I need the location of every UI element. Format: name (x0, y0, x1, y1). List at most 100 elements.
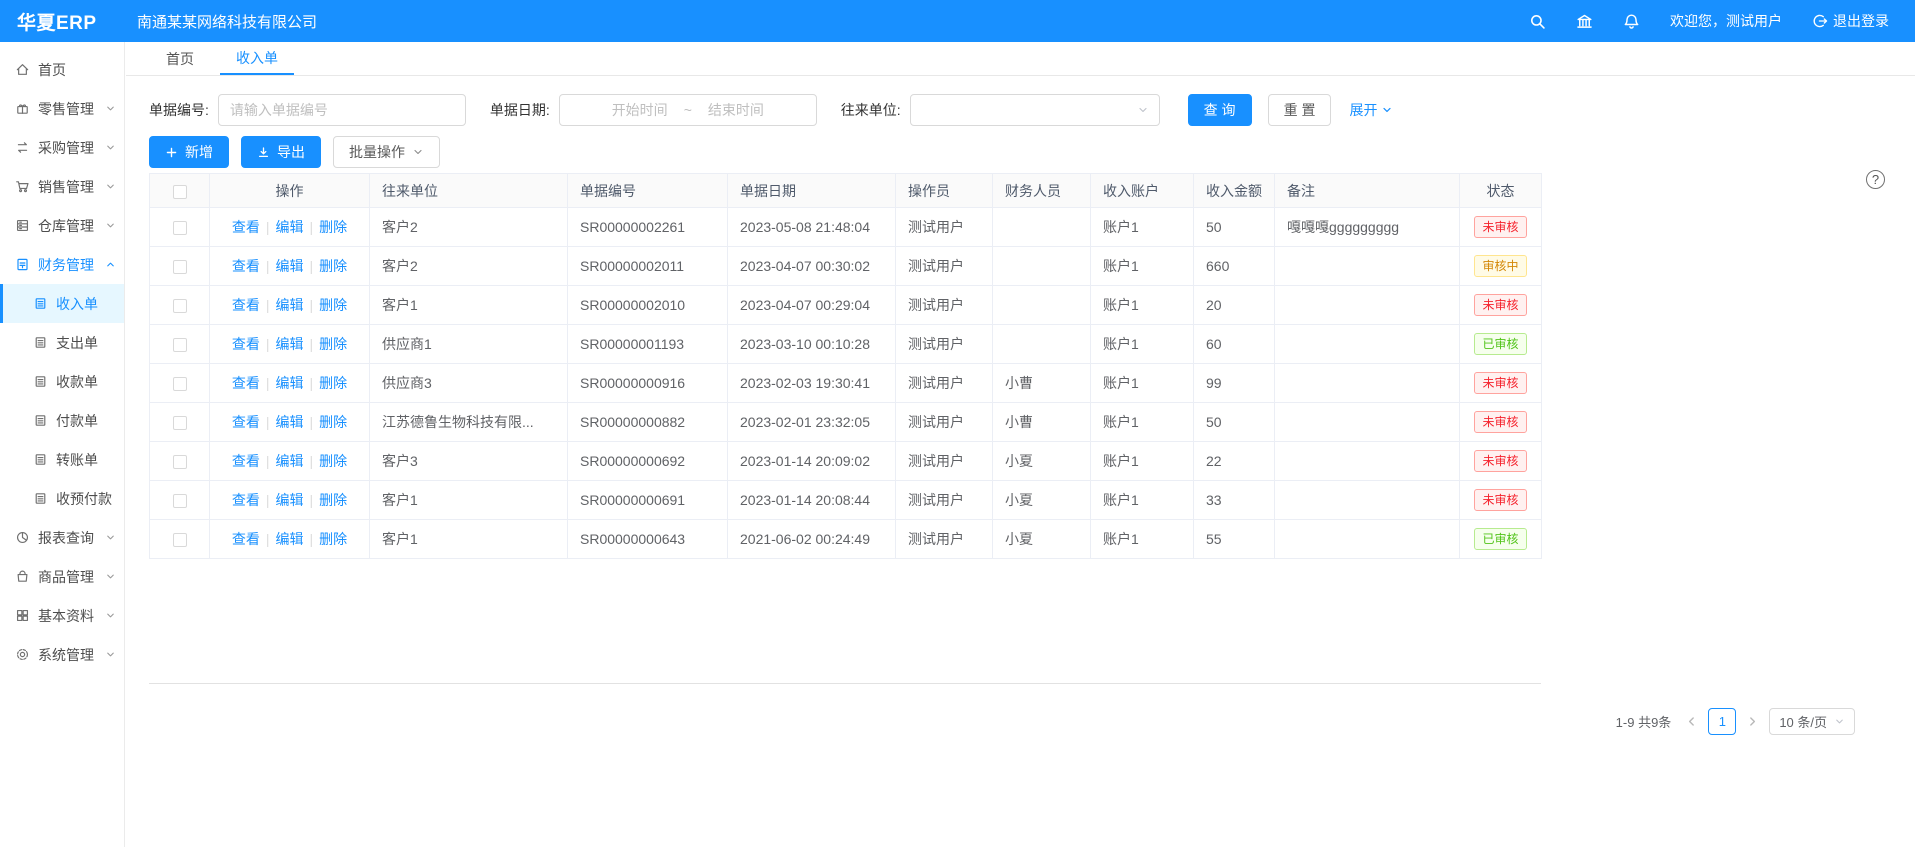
sidebar-item-sales[interactable]: 销售管理 (0, 167, 124, 206)
operator-cell: 测试用户 (896, 208, 993, 247)
bill-no-input[interactable] (218, 94, 466, 126)
page-number-button[interactable]: 1 (1708, 708, 1736, 735)
table-row: 查看|编辑|删除客户1SR000000006432021-06-02 00:24… (150, 520, 1542, 559)
search-icon[interactable] (1529, 13, 1546, 30)
edit-link[interactable]: 编辑 (276, 297, 304, 313)
partner-cell: 供应商3 (370, 364, 568, 403)
query-button[interactable]: 查 询 (1188, 94, 1252, 126)
finance-staff-cell (993, 247, 1091, 286)
sidebar-item-goods[interactable]: 商品管理 (0, 557, 124, 596)
delete-link[interactable]: 删除 (319, 258, 347, 274)
platform-bank-icon[interactable] (1576, 13, 1593, 30)
sidebar-item-system[interactable]: 系统管理 (0, 635, 124, 674)
partner-select[interactable] (910, 94, 1160, 126)
logout-button[interactable]: 退出登录 (1812, 11, 1889, 31)
next-page-icon[interactable] (1746, 715, 1759, 728)
sidebar-item-expense-bill[interactable]: 支出单 (0, 323, 124, 362)
edit-link[interactable]: 编辑 (276, 219, 304, 235)
date-range-picker[interactable]: 开始时间 ~ 结束时间 (559, 94, 817, 126)
sidebar-item-advance-receipt[interactable]: 收预付款 (0, 479, 124, 518)
main-content: 首页 收入单 单据编号: 单据日期: 开始时间 ~ 结束时间 往来单位: 查 询… (126, 42, 1915, 847)
chevron-down-icon (105, 220, 116, 231)
chevron-down-icon (105, 610, 116, 621)
notification-bell-icon[interactable] (1623, 13, 1640, 30)
delete-link[interactable]: 删除 (319, 453, 347, 469)
row-checkbox[interactable] (173, 455, 187, 469)
view-link[interactable]: 查看 (232, 492, 260, 508)
row-checkbox[interactable] (173, 338, 187, 352)
status-badge: 未审核 (1474, 450, 1526, 472)
link-separator: | (266, 453, 270, 469)
view-link[interactable]: 查看 (232, 219, 260, 235)
select-all-header-cell (150, 174, 210, 208)
goods-icon (15, 569, 30, 584)
delete-link[interactable]: 删除 (319, 531, 347, 547)
edit-link[interactable]: 编辑 (276, 375, 304, 391)
chevron-down-icon (1137, 104, 1149, 116)
edit-link[interactable]: 编辑 (276, 453, 304, 469)
column-header-8: 备注 (1275, 174, 1460, 208)
add-button[interactable]: 新增 (149, 136, 229, 168)
table-footer-divider (149, 683, 1541, 684)
row-checkbox[interactable] (173, 494, 187, 508)
view-link[interactable]: 查看 (232, 531, 260, 547)
row-checkbox[interactable] (173, 221, 187, 235)
sidebar-item-payment-bill[interactable]: 付款单 (0, 401, 124, 440)
view-link[interactable]: 查看 (232, 414, 260, 430)
tab-income-bill[interactable]: 收入单 (220, 42, 294, 75)
batch-operation-button[interactable]: 批量操作 (333, 136, 440, 168)
delete-link[interactable]: 删除 (319, 336, 347, 352)
sidebar-item-income-bill[interactable]: 收入单 (0, 284, 124, 323)
actions-cell: 查看|编辑|删除 (210, 481, 370, 520)
view-link[interactable]: 查看 (232, 453, 260, 469)
sidebar-item-basic[interactable]: 基本资料 (0, 596, 124, 635)
delete-link[interactable]: 删除 (319, 414, 347, 430)
row-checkbox[interactable] (173, 533, 187, 547)
view-link[interactable]: 查看 (232, 336, 260, 352)
operator-cell: 测试用户 (896, 325, 993, 364)
link-separator: | (310, 219, 314, 235)
prev-page-icon[interactable] (1685, 715, 1698, 728)
income-amount-cell: 60 (1194, 325, 1275, 364)
sidebar-item-purchase[interactable]: 采购管理 (0, 128, 124, 167)
app-logo[interactable]: 华夏ERP (0, 8, 125, 35)
delete-link[interactable]: 删除 (319, 375, 347, 391)
chevron-down-icon (1381, 104, 1393, 116)
view-link[interactable]: 查看 (232, 258, 260, 274)
row-checkbox[interactable] (173, 416, 187, 430)
status-cell: 未审核 (1460, 442, 1542, 481)
sidebar-item-home[interactable]: 首页 (0, 50, 124, 89)
sidebar-item-transfer-bill[interactable]: 转账单 (0, 440, 124, 479)
sidebar-item-receipt-bill[interactable]: 收款单 (0, 362, 124, 401)
edit-link[interactable]: 编辑 (276, 336, 304, 352)
export-button[interactable]: 导出 (241, 136, 321, 168)
table-toolbar: 新增 导出 批量操作 (149, 136, 1915, 168)
edit-link[interactable]: 编辑 (276, 531, 304, 547)
tab-home[interactable]: 首页 (150, 42, 210, 75)
delete-link[interactable]: 删除 (319, 219, 347, 235)
page-size-select[interactable]: 10 条/页 (1769, 708, 1855, 735)
reset-button[interactable]: 重 置 (1268, 94, 1332, 126)
sidebar-item-report[interactable]: 报表查询 (0, 518, 124, 557)
row-checkbox[interactable] (173, 299, 187, 313)
expand-link[interactable]: 展开 (1349, 100, 1393, 120)
income-amount-cell: 20 (1194, 286, 1275, 325)
income-account-cell: 账户1 (1091, 364, 1194, 403)
help-icon[interactable]: ? (1866, 170, 1885, 189)
view-link[interactable]: 查看 (232, 297, 260, 313)
edit-link[interactable]: 编辑 (276, 414, 304, 430)
row-checkbox[interactable] (173, 260, 187, 274)
delete-link[interactable]: 删除 (319, 297, 347, 313)
edit-link[interactable]: 编辑 (276, 492, 304, 508)
select-all-checkbox[interactable] (173, 185, 187, 199)
row-checkbox[interactable] (173, 377, 187, 391)
sidebar-item-retail[interactable]: 零售管理 (0, 89, 124, 128)
edit-link[interactable]: 编辑 (276, 258, 304, 274)
sidebar-item-finance[interactable]: 财务管理 (0, 245, 124, 284)
delete-link[interactable]: 删除 (319, 492, 347, 508)
sidebar-item-warehouse[interactable]: 仓库管理 (0, 206, 124, 245)
status-badge: 未审核 (1474, 411, 1526, 433)
finance-staff-cell (993, 286, 1091, 325)
actions-cell: 查看|编辑|删除 (210, 442, 370, 481)
view-link[interactable]: 查看 (232, 375, 260, 391)
